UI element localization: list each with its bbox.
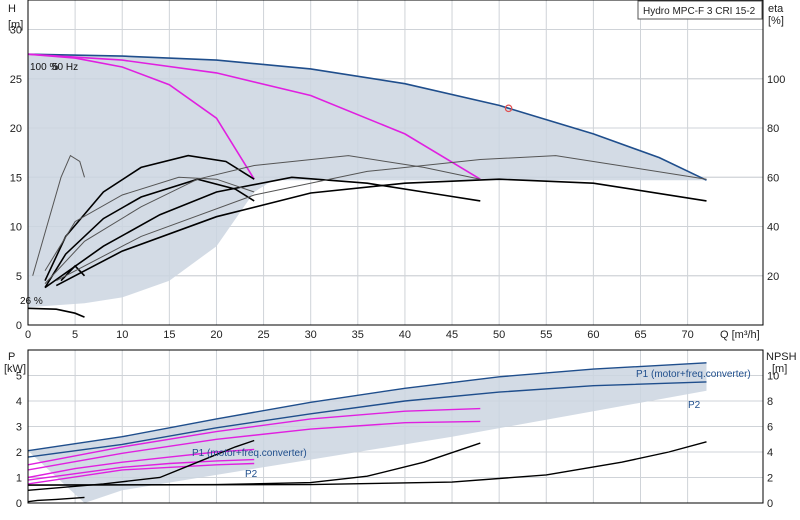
tick-label-q: 35: [352, 329, 364, 341]
right-axis-label: eta: [768, 3, 784, 15]
p2-label-large: P2: [688, 400, 701, 411]
tick-label-q: 65: [634, 329, 646, 341]
tick-label-p: 3: [16, 422, 22, 434]
tick-label-q: 10: [116, 329, 128, 341]
p2-label-small: P2: [245, 469, 258, 480]
tick-label-eta: 80: [767, 123, 779, 135]
power-envelope: [28, 362, 707, 503]
tick-label-eta: 60: [767, 172, 779, 184]
title-box-text: Hydro MPC-F 3 CRI 15-2: [643, 6, 756, 17]
tick-label-p: 1: [16, 473, 22, 485]
tick-label-q: 50: [493, 329, 505, 341]
tick-label-q: 0: [25, 329, 31, 341]
pump-performance-chart: 051015202530 20406080100 0 5 10 15 20 25 30 35 4…: [4, 0, 797, 511]
tick-label-npsh: 2: [767, 473, 773, 485]
tick-label-h: 10: [10, 222, 22, 234]
tick-label-npsh: 8: [767, 396, 773, 408]
head-left-ticks: 051015202530: [10, 25, 22, 332]
tick-label-eta: 40: [767, 222, 779, 234]
tick-label-q: 60: [587, 329, 599, 341]
annotation-26-percent: 26 %: [20, 296, 43, 307]
tick-label-q: 20: [210, 329, 222, 341]
tick-label-h: 5: [16, 271, 22, 283]
operating-envelope: [28, 54, 707, 308]
npsh-axis-unit: [m]: [772, 363, 787, 375]
tick-label-h: 20: [10, 123, 22, 135]
power-axis-label: P: [8, 351, 15, 363]
annotation-50-hz: 50 Hz: [52, 62, 78, 73]
head-curve-12: [27, 307, 85, 318]
tick-label-npsh: 6: [767, 422, 773, 434]
eta-right-ticks: 20 40 60 80 100: [767, 74, 785, 283]
power-curve-7: [27, 496, 85, 503]
power-axis-unit: [kW]: [4, 363, 26, 375]
tick-label-q: 5: [72, 329, 78, 341]
x-axis-label: Q [m³/h]: [720, 329, 760, 341]
left-axis-unit: [m]: [8, 19, 23, 31]
tick-label-q: 45: [446, 329, 458, 341]
tick-label-h: 0: [16, 320, 22, 332]
power-envelope-area: [28, 362, 707, 503]
npsh-axis-label: NPSH: [766, 351, 797, 363]
head-envelope: [28, 54, 707, 308]
tick-label-q: 55: [540, 329, 552, 341]
tick-label-p: 4: [16, 396, 22, 408]
tick-label-q: 40: [399, 329, 411, 341]
p1-label-small: P1 (motor+freq.converter): [192, 448, 307, 459]
left-axis-label: H: [8, 3, 16, 15]
power-panel: 012345 0246810 P [kW] NPSH [m] P1 (motor…: [4, 349, 797, 511]
tick-label-h: 15: [10, 172, 22, 184]
tick-label-h: 25: [10, 74, 22, 86]
p1-label-large: P1 (motor+freq.converter): [636, 369, 751, 380]
tick-label-eta: 20: [767, 271, 779, 283]
tick-label-eta: 100: [767, 74, 785, 86]
tick-label-q: 15: [163, 329, 175, 341]
tick-label-q: 30: [305, 329, 317, 341]
tick-label-q: 70: [681, 329, 693, 341]
right-axis-unit: [%]: [768, 15, 784, 27]
head-panel: 051015202530 20406080100 0 5 10 15 20 25 30 35 4…: [8, 0, 785, 341]
title-box: Hydro MPC-F 3 CRI 15-2: [637, 0, 763, 20]
npsh-right-ticks: 0246810: [767, 371, 779, 511]
tick-label-npsh: 0: [767, 498, 773, 510]
tick-label-p: 0: [16, 498, 22, 510]
flow-x-ticks: 0 5 10 15 20 25 30 35 40 45 50 55 60 65 70: [25, 329, 694, 341]
tick-label-npsh: 4: [767, 447, 773, 459]
tick-label-p: 2: [16, 447, 22, 459]
power-left-ticks: 012345: [16, 371, 22, 511]
tick-label-q: 25: [257, 329, 269, 341]
